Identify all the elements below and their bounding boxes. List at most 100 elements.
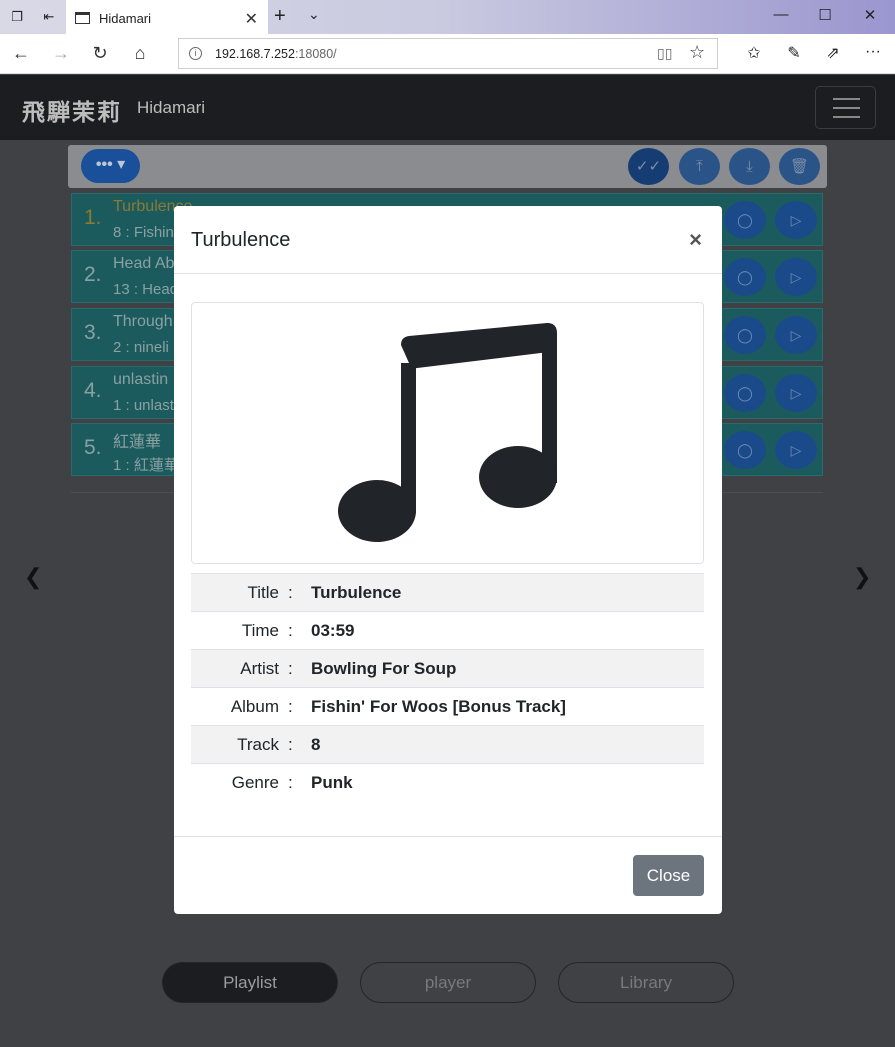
refresh-icon[interactable]: ↻ [89,43,111,64]
play-button[interactable]: ▷ [775,431,817,469]
track-info-table: Title : Turbulence Time : 03:59 Artist :… [191,573,704,801]
info-separator: : [288,659,293,678]
brand-name[interactable]: Hidamari [137,98,205,118]
info-row-title: Title : Turbulence [191,573,704,611]
browser-tab-bar: ❐ ⇤ Hidamari ✕ + ⌄ — ☐ ✕ [0,0,895,34]
playlist-toolbar: ••• ▾ ✓✓ ⤒ ⤓ 🗑 [68,145,827,188]
select-all-button[interactable]: ✓✓ [628,148,669,185]
info-key: Genre [231,773,279,792]
info-value: 8 [311,735,321,754]
forward-icon[interactable]: → [50,43,72,64]
page-icon [75,12,90,24]
more-icon[interactable]: ··· [862,43,884,61]
info-key: Track [237,735,279,754]
info-row-track: Track : 8 [191,725,704,763]
url-text: 192.168.7.252:18080/ [215,47,337,61]
hamburger-menu-button[interactable] [815,86,876,129]
row-number: 1. [84,206,102,229]
info-separator: : [288,697,293,716]
play-button[interactable]: ▷ [775,258,817,296]
tab-close-icon[interactable]: ✕ [245,9,258,29]
address-bar: ← → ↻ ⌂ i 192.168.7.252:18080/ ▯▯ ☆ ✩ ✎ … [0,34,895,74]
info-separator: : [288,583,293,602]
modal-title: Turbulence [191,229,291,251]
modal-footer: Close [174,836,722,914]
info-row-album: Album : Fishin' For Woos [Bonus Track] [191,687,704,725]
info-row-genre: Genre : Punk [191,763,704,801]
info-key: Album [230,697,279,716]
tab-dropdown-icon[interactable]: ⌄ [308,6,320,23]
maximize-icon[interactable]: ☐ [815,6,835,24]
window-close-icon[interactable]: ✕ [860,6,880,24]
nav-player-button[interactable]: player [360,962,536,1003]
play-button[interactable]: ▷ [775,316,817,354]
hamburger-line [833,98,860,100]
row-number: 5. [84,436,102,459]
info-row-artist: Artist : Bowling For Soup [191,649,704,687]
select-circle-button[interactable]: ◯ [724,431,766,469]
row-subtitle: 8 : Fishin [113,224,174,241]
info-separator: : [288,773,293,792]
info-value: 03:59 [311,621,355,640]
close-button[interactable]: Close [633,855,704,896]
carousel-next-icon[interactable]: ❯ [853,564,871,590]
info-row-time: Time : 03:59 [191,611,704,649]
info-key: Time [241,621,279,640]
site-info-icon[interactable]: i [189,47,202,60]
move-bottom-button[interactable]: ⤓ [729,148,770,185]
reading-view-icon[interactable]: ▯▯ [657,45,672,62]
modal-close-icon[interactable]: × [689,227,702,253]
minimize-icon[interactable]: — [771,6,791,23]
share-icon[interactable]: ⇗ [822,43,844,63]
tab-set-aside-icon[interactable]: ❐ [9,9,25,25]
music-note-icon [338,323,557,542]
info-value: Fishin' For Woos [Bonus Track] [311,697,566,716]
favorite-star-icon[interactable]: ☆ [689,42,705,63]
modal-header: Turbulence × [174,206,722,274]
info-value: Bowling For Soup [311,659,457,678]
info-key: Title [247,583,280,602]
row-subtitle: 13 : Head [113,281,179,298]
select-circle-button[interactable]: ◯ [724,374,766,412]
row-subtitle: 1 : unlast [113,397,174,414]
select-circle-button[interactable]: ◯ [724,201,766,239]
move-top-button[interactable]: ⤒ [679,148,720,185]
album-art [191,302,704,564]
row-subtitle: 2 : nineli [113,339,169,356]
row-title: 紅蓮華 [113,434,162,451]
info-separator: : [288,621,293,640]
hamburger-line [833,116,860,118]
tab-preview-icon[interactable]: ⇤ [41,9,57,25]
nav-playlist-button[interactable]: Playlist [162,962,338,1003]
track-info-modal: Turbulence × Title : Turbulence Time : 0… [174,206,722,914]
info-value: Punk [311,773,353,792]
nav-library-button[interactable]: Library [558,962,734,1003]
pen-icon[interactable]: ✎ [783,43,805,63]
row-number: 4. [84,379,102,402]
select-circle-button[interactable]: ◯ [724,258,766,296]
playlist-menu-button[interactable]: ••• ▾ [81,149,140,183]
browser-tab[interactable]: Hidamari ✕ [66,0,268,34]
row-number: 3. [84,321,102,344]
info-key: Artist [240,659,279,678]
row-title: unlastin [113,371,169,388]
favorites-icon[interactable]: ✩ [743,43,765,63]
select-circle-button[interactable]: ◯ [724,316,766,354]
carousel-prev-icon[interactable]: ❮ [24,564,42,590]
tab-title: Hidamari [99,11,152,26]
home-icon[interactable]: ⌂ [129,43,151,64]
row-subtitle: 1 : 紅蓮華 [113,457,179,474]
row-title: Through [113,313,173,330]
play-button[interactable]: ▷ [775,201,817,239]
url-field[interactable]: i 192.168.7.252:18080/ ▯▯ ☆ [178,38,718,69]
info-value: Turbulence [311,583,402,602]
info-separator: : [288,735,293,754]
row-title: Head Ab [113,255,175,272]
hamburger-line [833,107,860,109]
row-number: 2. [84,263,102,286]
new-tab-icon[interactable]: + [274,5,286,28]
brand-logo[interactable]: 飛騨茉莉 [22,93,122,127]
play-button[interactable]: ▷ [775,374,817,412]
back-icon[interactable]: ← [10,43,32,64]
delete-button[interactable]: 🗑 [779,148,820,185]
